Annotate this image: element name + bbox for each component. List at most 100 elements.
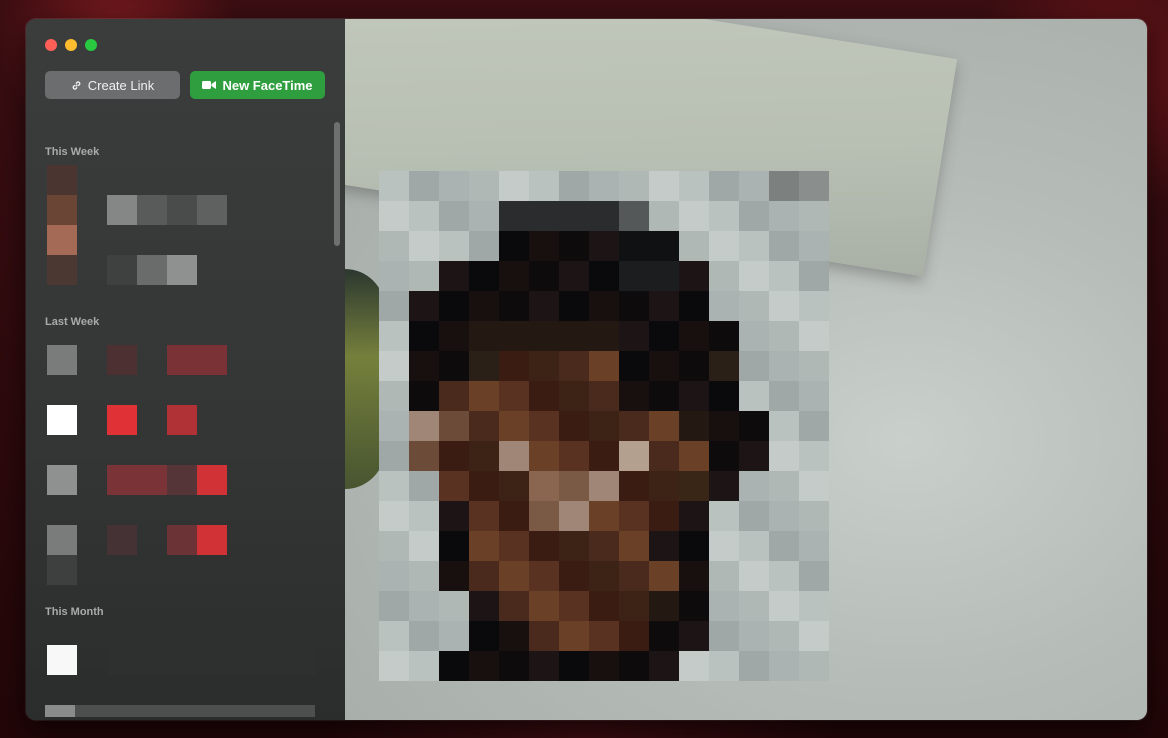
mosaic-tile [499, 381, 529, 411]
redacted-block [167, 345, 227, 375]
mosaic-tile [379, 201, 409, 231]
mosaic-tile [739, 261, 769, 291]
mosaic-tile [439, 501, 469, 531]
mosaic-tile [559, 321, 589, 351]
mosaic-tile [529, 501, 559, 531]
mosaic-tile [409, 321, 439, 351]
zoom-button[interactable] [85, 39, 97, 51]
mosaic-tile [499, 501, 529, 531]
mosaic-tile [769, 201, 799, 231]
mosaic-tile [469, 591, 499, 621]
mosaic-tile [499, 441, 529, 471]
mosaic-tile [649, 651, 679, 681]
call-row[interactable] [26, 465, 336, 525]
mosaic-tile [559, 261, 589, 291]
mosaic-tile [619, 201, 649, 231]
mosaic-tile [709, 351, 739, 381]
mosaic-tile [709, 531, 739, 561]
mosaic-tile [769, 591, 799, 621]
mosaic-tile [679, 171, 709, 201]
mosaic-tile [649, 201, 679, 231]
call-row[interactable] [26, 345, 336, 405]
mosaic-tile [709, 561, 739, 591]
mosaic-tile [799, 531, 829, 561]
mosaic-tile [799, 231, 829, 261]
mosaic-tile [769, 171, 799, 201]
video-camera-icon [202, 80, 217, 90]
redacted-block [107, 465, 167, 495]
facetime-window: Create Link New FaceTime This Week Last … [26, 19, 1147, 720]
redacted-block [107, 405, 137, 435]
mosaic-tile [439, 291, 469, 321]
call-row[interactable] [26, 225, 336, 285]
mosaic-tile [649, 591, 679, 621]
call-row-partial[interactable] [45, 705, 315, 717]
mosaic-tile [379, 171, 409, 201]
mosaic-tile [709, 621, 739, 651]
mosaic-tile [559, 291, 589, 321]
mosaic-tile [559, 501, 589, 531]
mosaic-tile [439, 621, 469, 651]
mosaic-tile [679, 261, 709, 291]
mosaic-tile [439, 321, 469, 351]
mosaic-tile [409, 441, 439, 471]
mosaic-tile [649, 621, 679, 651]
call-row[interactable] [26, 645, 336, 705]
mosaic-tile [619, 621, 649, 651]
mosaic-tile [499, 651, 529, 681]
mosaic-tile [649, 351, 679, 381]
mosaic-tile [679, 411, 709, 441]
mosaic-tile [529, 381, 559, 411]
call-row[interactable] [26, 405, 336, 465]
mosaic-tile [619, 321, 649, 351]
mosaic-tile [679, 321, 709, 351]
mosaic-tile [769, 531, 799, 561]
new-facetime-button[interactable]: New FaceTime [190, 71, 325, 99]
mosaic-tile [739, 501, 769, 531]
mosaic-tile [439, 261, 469, 291]
call-row[interactable] [26, 525, 336, 585]
minimize-button[interactable] [65, 39, 77, 51]
mosaic-tile [499, 201, 529, 231]
mosaic-tile [739, 201, 769, 231]
mosaic-tile [739, 231, 769, 261]
mosaic-tile [799, 201, 829, 231]
redacted-block [107, 255, 137, 285]
create-link-button[interactable]: Create Link [45, 71, 180, 99]
call-row[interactable] [26, 165, 336, 225]
mosaic-tile [559, 231, 589, 261]
mosaic-tile [709, 261, 739, 291]
mosaic-tile [379, 591, 409, 621]
mosaic-tile [529, 621, 559, 651]
mosaic-tile [709, 171, 739, 201]
redacted-block [167, 525, 197, 555]
mosaic-tile [529, 201, 559, 231]
mosaic-tile [649, 291, 679, 321]
mosaic-tile [379, 411, 409, 441]
contact-avatar [47, 555, 77, 585]
mosaic-tile [589, 531, 619, 561]
mosaic-tile [409, 411, 439, 441]
mosaic-tile [469, 351, 499, 381]
mosaic-tile [739, 381, 769, 411]
mosaic-tile [709, 471, 739, 501]
mosaic-tile [649, 441, 679, 471]
mosaic-tile [739, 651, 769, 681]
mosaic-tile [589, 231, 619, 261]
mosaic-tile [709, 321, 739, 351]
mosaic-tile [799, 501, 829, 531]
mosaic-tile [649, 411, 679, 441]
mosaic-tile [559, 381, 589, 411]
mosaic-tile [589, 621, 619, 651]
contact-avatar [47, 345, 77, 375]
mosaic-tile [649, 231, 679, 261]
mosaic-tile [649, 261, 679, 291]
mosaic-tile [589, 351, 619, 381]
redacted-block [107, 345, 137, 375]
mosaic-tile [799, 591, 829, 621]
mosaic-tile [679, 591, 709, 621]
mosaic-tile [469, 231, 499, 261]
mosaic-tile [559, 561, 589, 591]
close-button[interactable] [45, 39, 57, 51]
mosaic-tile [709, 411, 739, 441]
